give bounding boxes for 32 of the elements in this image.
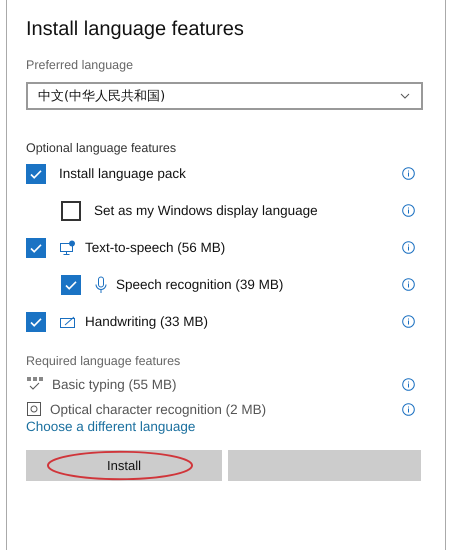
info-icon[interactable] bbox=[402, 315, 415, 328]
section-heading: Optional language features bbox=[26, 141, 178, 155]
chevron-down-icon bbox=[400, 93, 410, 99]
feature-label: Optical character recognition (2 MB) bbox=[50, 402, 266, 416]
info-icon[interactable] bbox=[402, 167, 415, 180]
field-label: Preferred language bbox=[26, 58, 134, 72]
info-icon[interactable] bbox=[402, 241, 415, 254]
abc-check-icon bbox=[26, 376, 44, 392]
pen-icon bbox=[59, 314, 77, 328]
language-dropdown[interactable]: 中文(中华人民共和国) bbox=[26, 82, 423, 110]
microphone-icon bbox=[94, 276, 108, 294]
info-icon[interactable] bbox=[402, 378, 415, 390]
section-heading: Required language features bbox=[26, 354, 182, 368]
choose-language-link[interactable]: Choose a different language bbox=[26, 419, 445, 434]
checkbox[interactable] bbox=[26, 238, 46, 258]
scan-icon bbox=[26, 401, 42, 417]
checkbox[interactable] bbox=[61, 200, 81, 220]
feature-label: Speech recognition (39 MB) bbox=[116, 277, 284, 292]
feature-label: Set as my Windows display language bbox=[94, 203, 318, 218]
install-button[interactable]: Install bbox=[26, 450, 222, 481]
feature-label: Basic typing (55 MB) bbox=[52, 376, 177, 392]
info-icon[interactable] bbox=[402, 204, 415, 217]
info-icon[interactable] bbox=[402, 278, 415, 291]
checkbox[interactable] bbox=[61, 274, 81, 294]
window-title: Install language features bbox=[26, 17, 245, 42]
speech-bubble-monitor-icon bbox=[59, 240, 77, 256]
checkbox[interactable] bbox=[26, 164, 46, 184]
feature-label: Handwriting (33 MB) bbox=[85, 314, 208, 329]
feature-label: Install language pack bbox=[59, 166, 186, 181]
feature-label: Text-to-speech (56 MB) bbox=[85, 240, 226, 255]
checkbox[interactable] bbox=[26, 312, 46, 332]
info-icon[interactable] bbox=[402, 402, 415, 416]
